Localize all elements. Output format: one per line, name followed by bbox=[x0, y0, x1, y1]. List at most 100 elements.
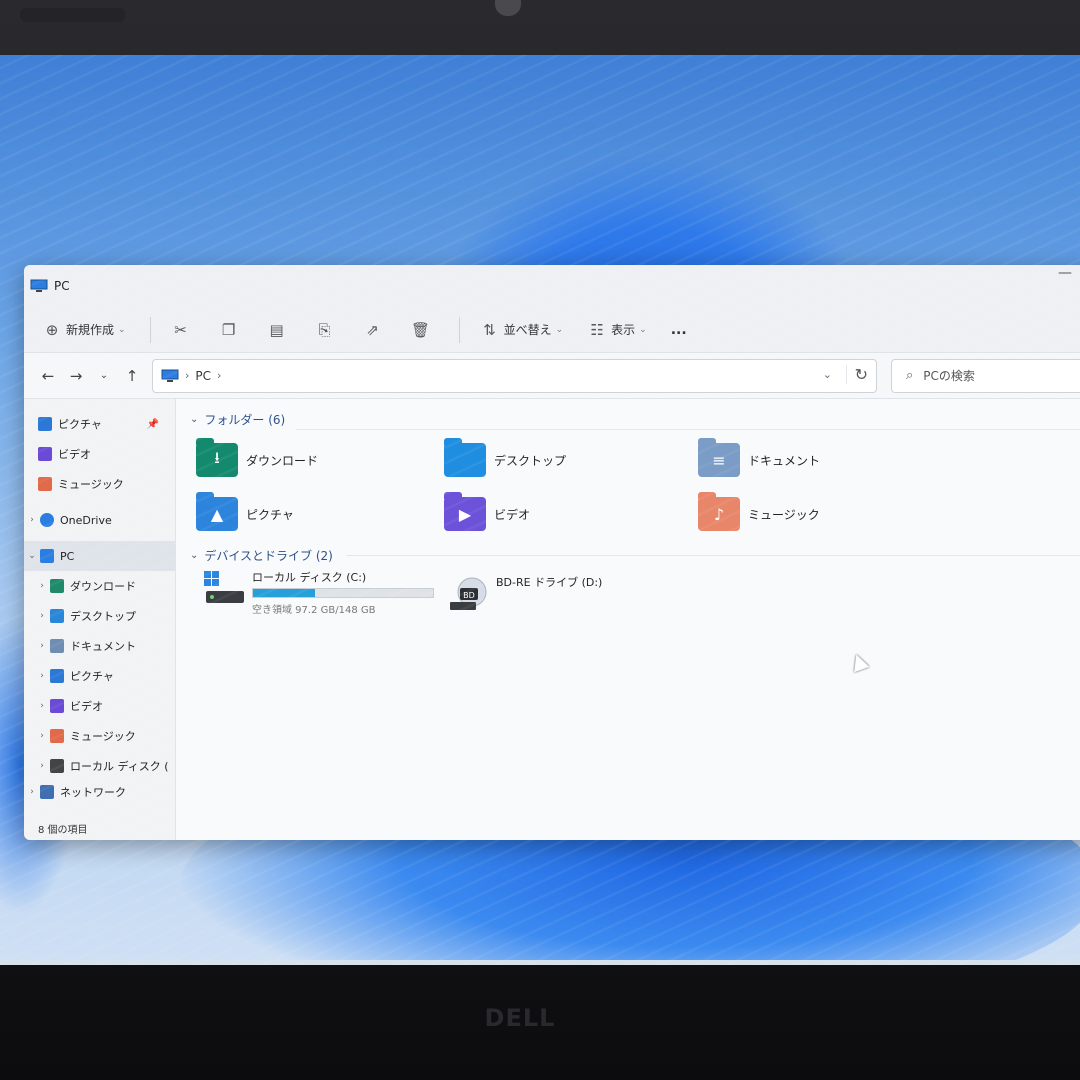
music-folder-icon: ♪ bbox=[698, 492, 740, 531]
folder-tab bbox=[444, 492, 462, 499]
expand-chevron-icon[interactable]: › bbox=[34, 581, 50, 591]
collapse-chevron-icon[interactable]: ⌄ bbox=[24, 551, 40, 561]
drive-label: ローカル ディスク (C:) bbox=[252, 571, 367, 584]
network-icon bbox=[40, 785, 54, 799]
sidebar-item-pc-child[interactable]: › デスクトップ bbox=[24, 601, 175, 631]
folders-group-header[interactable]: ⌄ フォルダー (6) bbox=[190, 411, 285, 428]
folder-item[interactable]: ▲ ピクチャ bbox=[196, 492, 294, 531]
new-button[interactable]: ⊕ 新規作成 ⌄ bbox=[42, 320, 126, 340]
folder-item[interactable]: ▶ ビデオ bbox=[444, 492, 530, 531]
delete-button[interactable]: 🗑 bbox=[411, 320, 435, 340]
expand-chevron-icon[interactable]: › bbox=[24, 787, 40, 797]
folder-item[interactable]: デスクトップ bbox=[444, 438, 566, 477]
drive-label: BD-RE ドライブ (D:) bbox=[496, 576, 603, 589]
bd-drive-icon: BD bbox=[450, 577, 487, 610]
sidebar-item-label: ダウンロード bbox=[70, 580, 136, 593]
folder-item[interactable]: ⭳ ダウンロード bbox=[196, 438, 319, 477]
address-bar-row: ← → ⌄ ↑ › PC › ⌄ ↻ ⌕ PCの検索 bbox=[24, 353, 1080, 399]
more-button[interactable]: ... bbox=[671, 322, 687, 338]
sidebar-item-quick[interactable]: ビデオ bbox=[24, 439, 175, 469]
paste-icon: ▤ bbox=[269, 320, 284, 339]
folder-glyph: ▲ bbox=[210, 504, 224, 524]
expand-chevron-icon[interactable]: › bbox=[24, 515, 40, 525]
expand-chevron-icon[interactable]: › bbox=[34, 611, 50, 621]
share-button[interactable]: ⇗ bbox=[363, 320, 387, 340]
download-folder-icon: ⭳ bbox=[196, 438, 238, 477]
sidebar-item-pc[interactable]: ⌄ PC bbox=[24, 541, 175, 571]
folder-glyph: ▶ bbox=[458, 504, 472, 524]
expand-chevron-icon[interactable]: › bbox=[34, 701, 50, 711]
paste-button[interactable]: ▤ bbox=[267, 320, 291, 340]
local-disk-icon bbox=[204, 571, 244, 603]
divider bbox=[149, 316, 151, 343]
expand-chevron-icon[interactable]: › bbox=[34, 671, 50, 681]
sidebar-item-pc-child[interactable]: › ダウンロード bbox=[24, 571, 175, 601]
folder-item[interactable]: ≡ ドキュメント bbox=[698, 438, 820, 477]
group-divider bbox=[296, 429, 1080, 430]
sidebar-item-pc-child[interactable]: › ミュージック bbox=[24, 721, 175, 751]
sidebar-item-quick[interactable]: ピクチャ 📌 bbox=[24, 409, 175, 439]
expand-chevron-icon[interactable]: › bbox=[34, 641, 50, 651]
sidebar-item-pc-child[interactable]: › ビデオ bbox=[24, 691, 175, 721]
breadcrumb-chevron-icon[interactable]: › bbox=[217, 369, 221, 382]
sidebar-item-pc-child[interactable]: › ローカル ディスク ( bbox=[24, 751, 175, 781]
address-bar[interactable]: › PC › ⌄ ↻ bbox=[152, 358, 877, 393]
group-divider bbox=[346, 555, 1080, 556]
desktop-folder-icon bbox=[444, 438, 486, 477]
view-layout-icon: ☷ bbox=[590, 320, 604, 339]
sort-arrows-icon: ⇅ bbox=[483, 320, 496, 339]
title-bar[interactable]: PC — bbox=[24, 265, 1080, 307]
sidebar-item-label: ピクチャ bbox=[58, 418, 102, 431]
folder-tab bbox=[698, 438, 716, 445]
folder-item[interactable]: ♪ ミュージック bbox=[698, 492, 820, 531]
sidebar-item-pc-child[interactable]: › ドキュメント bbox=[24, 631, 175, 661]
desktop-screen: PC — ⊕ 新規作成 ⌄ ✂ ❐ ▤ ⎘ ⇗ 🗑 ⇅ 並べ替え ⌄ ☷ 表示 … bbox=[0, 55, 1080, 965]
breadcrumb-chevron-icon: › bbox=[185, 369, 190, 382]
drives-group-header[interactable]: ⌄ デバイスとドライブ (2) bbox=[190, 547, 333, 564]
folder-glyph: ⭳ bbox=[214, 447, 220, 467]
new-label: 新規作成 bbox=[66, 323, 115, 337]
sidebar-item-network[interactable]: › ネットワーク bbox=[24, 781, 175, 803]
recent-locations-button[interactable]: ⌄ bbox=[90, 370, 118, 381]
up-button[interactable]: ↑ bbox=[118, 367, 146, 385]
expand-chevron-icon[interactable]: › bbox=[34, 731, 50, 741]
view-button[interactable]: ☷ 表示 ⌄ bbox=[587, 320, 646, 340]
refresh-button[interactable]: ↻ bbox=[845, 364, 868, 384]
pictures-folder-icon: ▲ bbox=[196, 492, 238, 531]
sidebar-item-label: ビデオ bbox=[58, 448, 91, 461]
minimize-button[interactable]: — bbox=[1058, 265, 1072, 281]
copy-icon: ❐ bbox=[221, 320, 236, 339]
address-history-dropdown[interactable]: ⌄ bbox=[823, 368, 832, 381]
cut-button[interactable]: ✂ bbox=[171, 320, 195, 340]
pc-icon bbox=[40, 549, 54, 563]
folder-tab bbox=[196, 492, 214, 499]
navigation-pane: ピクチャ 📌 ビデオ ミュージック › OneDrive ⌄ PC › ダウンロー… bbox=[24, 399, 176, 840]
search-icon: ⌕ bbox=[906, 368, 914, 383]
drive-free-space: 空き領域 97.2 GB/148 GB bbox=[252, 605, 376, 616]
sidebar-item-label: ミュージック bbox=[70, 730, 136, 743]
chevron-down-icon: ⌄ bbox=[555, 324, 564, 335]
cloud-icon bbox=[40, 513, 54, 527]
drive-item-d[interactable]: BD BD-RE ドライブ (D:) bbox=[446, 574, 602, 614]
collapse-chevron-icon: ⌄ bbox=[190, 414, 199, 425]
sort-button[interactable]: ⇅ 並べ替え ⌄ bbox=[480, 320, 564, 340]
folder-tab bbox=[444, 438, 462, 445]
pin-icon: 📌 bbox=[146, 418, 159, 430]
back-button[interactable]: ← bbox=[34, 367, 62, 385]
sidebar-item-label: ネットワーク bbox=[60, 786, 126, 799]
sidebar-item-label: ビデオ bbox=[70, 700, 103, 713]
forward-button[interactable]: → bbox=[62, 367, 90, 385]
expand-chevron-icon[interactable]: › bbox=[34, 761, 50, 771]
drive-item-c[interactable]: ローカル ディスク (C:) 空き領域 97.2 GB/148 GB bbox=[202, 569, 434, 616]
webcam bbox=[495, 0, 521, 16]
sidebar-item-label: ミュージック bbox=[58, 478, 124, 491]
search-placeholder: PCの検索 bbox=[923, 369, 975, 383]
search-box[interactable]: ⌕ PCの検索 bbox=[891, 358, 1080, 393]
rename-button[interactable]: ⎘ bbox=[315, 320, 339, 340]
folder-label: ダウンロード bbox=[246, 453, 319, 468]
copy-button[interactable]: ❐ bbox=[219, 320, 243, 340]
breadcrumb-pc[interactable]: PC bbox=[195, 369, 211, 383]
sidebar-item-pc-child[interactable]: › ピクチャ bbox=[24, 661, 175, 691]
sidebar-item-onedrive[interactable]: › OneDrive bbox=[24, 505, 175, 535]
sidebar-item-quick[interactable]: ミュージック bbox=[24, 469, 175, 499]
